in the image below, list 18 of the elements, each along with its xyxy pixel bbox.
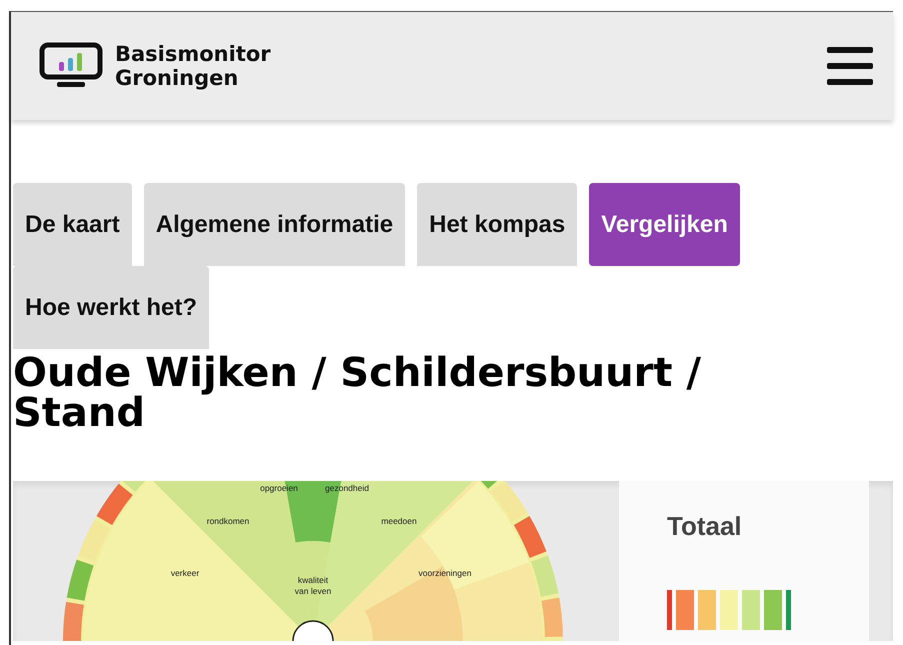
wheel-segment-label: kwaliteit van leven xyxy=(294,575,332,596)
nav-tab[interactable]: De kaart xyxy=(13,183,132,266)
nav-tab[interactable]: Vergelijken xyxy=(589,183,740,266)
nav-tab[interactable]: Het kompas xyxy=(417,183,578,266)
brand-name: Basismonitor xyxy=(115,42,271,66)
wheel-segment-label: voorzieningen xyxy=(418,568,472,578)
menu-icon[interactable] xyxy=(827,46,873,86)
wheel-segment-label: opgroeien xyxy=(260,483,298,493)
nav-tab[interactable]: Algemene informatie xyxy=(144,183,406,266)
card-title: Totaal xyxy=(667,511,743,542)
monitor-logo-icon xyxy=(39,42,103,90)
wheel-segment-label: gezondheid xyxy=(325,483,369,493)
wheel-segment-label: verkeer xyxy=(170,568,200,578)
wheel-segment-label: meedoen xyxy=(381,516,417,526)
nav-tab[interactable]: Hoe werkt het? xyxy=(13,266,210,349)
page-title: Oude Wijken / Schildersbuurt / Stand xyxy=(13,353,702,433)
brand-name: Groningen xyxy=(115,66,240,90)
wheel-segment-label: rondkomen xyxy=(206,516,250,526)
